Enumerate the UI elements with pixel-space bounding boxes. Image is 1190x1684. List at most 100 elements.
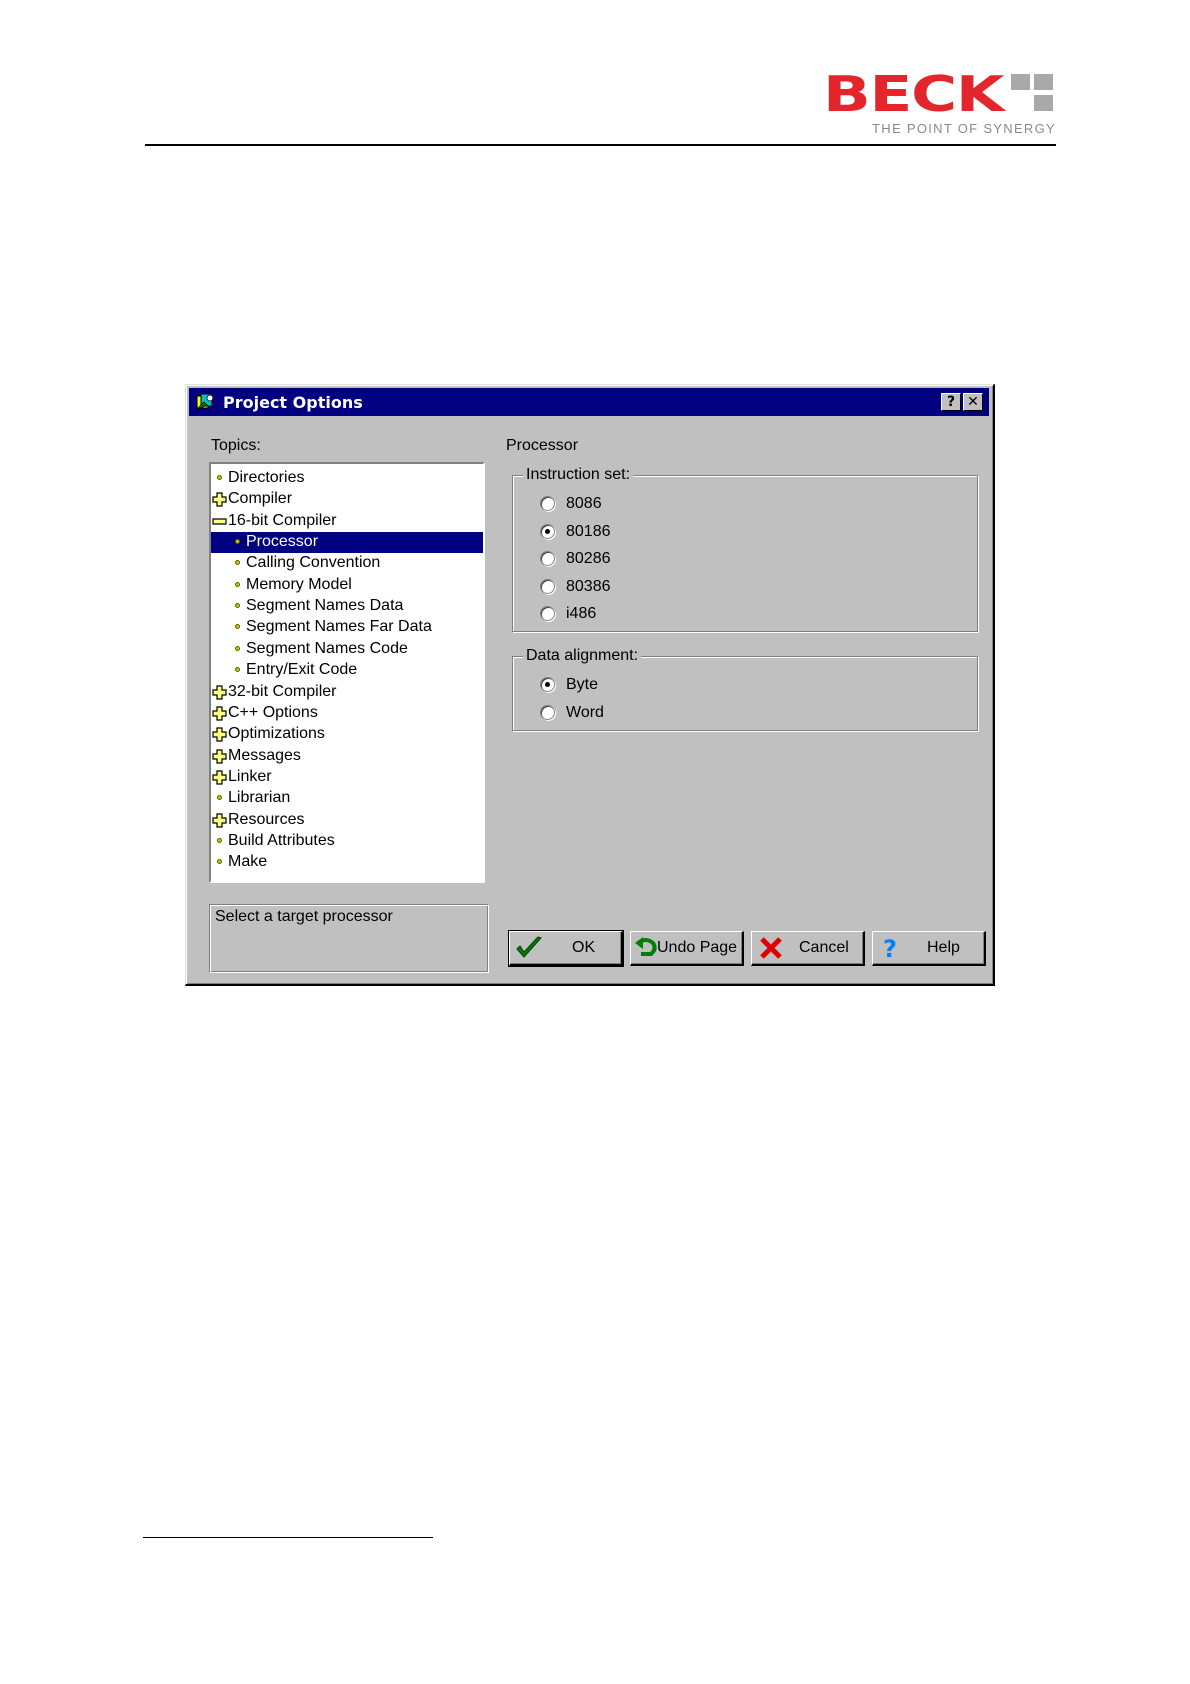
tree-item[interactable]: Librarian — [211, 788, 483, 809]
tree-item-label: Calling Convention — [246, 554, 381, 572]
radio-label: i486 — [566, 605, 597, 622]
tree-item-label: Memory Model — [246, 575, 352, 593]
tree-item-label: Directories — [228, 469, 305, 486]
instruction-set-label: Instruction set: — [523, 465, 634, 485]
tree-collapse-icon[interactable] — [212, 514, 227, 529]
help-button[interactable]: ? Help — [872, 931, 986, 966]
tree-item[interactable]: 32-bit Compiler — [211, 682, 483, 703]
tree-item[interactable]: Segment Names Far Data — [211, 617, 483, 638]
tree-item[interactable]: Calling Convention — [211, 553, 483, 574]
radio-label: 80386 — [566, 577, 611, 595]
undo-page-label: Undo Page — [657, 939, 738, 956]
tree-item[interactable]: 16-bit Compiler — [211, 511, 483, 532]
tree-item-label: Resources — [228, 810, 305, 828]
status-text: Select a target processor — [215, 908, 393, 925]
tree-expand-icon[interactable] — [212, 706, 227, 721]
title-close-button[interactable]: ✕ — [963, 393, 983, 411]
svg-text:?: ? — [883, 935, 897, 961]
topics-tree[interactable]: Directories Compiler 16-bit Compiler Proces… — [209, 462, 485, 883]
tree-item[interactable]: Processor — [211, 532, 483, 554]
tree-leaf-bullet-icon — [235, 539, 240, 545]
help-question-icon: ? — [883, 935, 897, 961]
tree-leaf-bullet-icon — [235, 560, 240, 566]
title-help-button[interactable]: ? — [941, 393, 961, 411]
tree-leaf-bullet-icon — [235, 624, 240, 630]
data-alignment-group: Data alignment: Byte Word — [512, 646, 978, 731]
tree-item-label: Optimizations — [228, 725, 325, 743]
cancel-button[interactable]: Cancel — [751, 931, 865, 966]
header-rule — [145, 144, 1056, 146]
tree-item-label: 32-bit Compiler — [228, 682, 337, 700]
radio-label: 80286 — [566, 550, 611, 567]
tree-leaf-bullet-icon — [235, 667, 240, 673]
radio-label: 80186 — [566, 522, 611, 540]
radio-label: Word — [566, 703, 604, 721]
tree-item-label: Segment Names Data — [246, 597, 404, 615]
radio-button[interactable] — [540, 704, 555, 720]
logo-dots-icon — [1011, 74, 1056, 112]
tree-item-label: C++ Options — [228, 703, 318, 721]
tree-item-label: Messages — [228, 746, 301, 764]
ok-label: OK — [572, 939, 596, 956]
tree-item[interactable]: Resources — [211, 810, 483, 831]
tree-item-label: Librarian — [228, 789, 291, 807]
tree-expand-icon[interactable] — [212, 812, 227, 828]
dialog-title: Project Options — [223, 393, 363, 412]
tree-item[interactable]: Linker — [211, 767, 483, 788]
tree-expand-icon[interactable] — [212, 727, 227, 742]
beck-logo: BECK THE POINT OF SYNERGY — [823, 66, 1056, 138]
radio-button[interactable] — [540, 677, 555, 692]
radio-label: Byte — [566, 676, 599, 693]
tree-item-label: Segment Names Far Data — [246, 618, 432, 636]
tree-item[interactable]: Optimizations — [211, 724, 483, 745]
tree-item-label: Linker — [228, 767, 272, 785]
project-options-icon — [195, 393, 214, 411]
logo-wordmark: BECK — [823, 66, 1004, 123]
tree-item-label: Build Attributes — [228, 831, 335, 849]
topics-label: Topics: — [211, 437, 261, 454]
cancel-x-icon — [760, 937, 782, 959]
radio-label: 8086 — [566, 495, 602, 512]
tree-item[interactable]: Messages — [211, 746, 483, 767]
tree-leaf-bullet-icon — [217, 475, 222, 480]
radio-button[interactable] — [540, 606, 555, 621]
radio-button[interactable] — [540, 578, 555, 594]
tree-expand-icon[interactable] — [212, 748, 227, 764]
tree-item-label: Make — [228, 853, 268, 871]
tree-item[interactable]: Make — [211, 852, 483, 873]
tree-item[interactable]: C++ Options — [211, 703, 483, 724]
tree-leaf-bullet-icon — [217, 837, 222, 843]
tree-item-label: 16-bit Compiler — [228, 511, 337, 529]
tree-expand-icon[interactable] — [212, 770, 227, 785]
tree-item-label: Compiler — [228, 490, 293, 508]
tree-expand-icon[interactable] — [212, 492, 227, 507]
tree-leaf-bullet-icon — [217, 859, 222, 865]
radio-button[interactable] — [540, 551, 555, 566]
tree-leaf-bullet-icon — [235, 603, 240, 609]
dialog-titlebar[interactable]: Project Options ? ✕ — [189, 388, 989, 416]
tree-leaf-bullet-icon — [235, 581, 240, 587]
status-box: Select a target processor — [209, 904, 489, 973]
tree-item[interactable]: Memory Model — [211, 575, 483, 596]
cancel-label: Cancel — [799, 939, 849, 956]
tree-item-label: Entry/Exit Code — [246, 661, 358, 679]
tree-item-label: Processor — [246, 533, 319, 551]
undo-page-button[interactable]: Undo Page — [630, 931, 744, 966]
tree-item[interactable]: Build Attributes — [211, 831, 483, 852]
undo-arrow-icon — [635, 937, 657, 956]
logo-tagline: THE POINT OF SYNERGY — [872, 121, 1056, 136]
tree-item[interactable]: Entry/Exit Code — [211, 660, 483, 681]
tree-item-label: Segment Names Code — [246, 639, 408, 657]
tree-item[interactable]: Directories — [211, 468, 483, 489]
radio-button[interactable] — [540, 496, 555, 511]
radio-button[interactable] — [540, 523, 555, 539]
tree-item[interactable]: Segment Names Code — [211, 639, 483, 660]
tree-item[interactable]: Compiler — [211, 489, 483, 510]
tree-item[interactable]: Segment Names Data — [211, 596, 483, 617]
ok-button[interactable]: OK — [508, 930, 624, 967]
data-alignment-label: Data alignment: — [523, 646, 642, 666]
panel-title: Processor — [506, 437, 579, 454]
help-label: Help — [927, 939, 960, 956]
tree-expand-icon[interactable] — [212, 684, 227, 700]
project-options-dialog: Project Options ? ✕ Topics: Directories C… — [185, 384, 995, 986]
